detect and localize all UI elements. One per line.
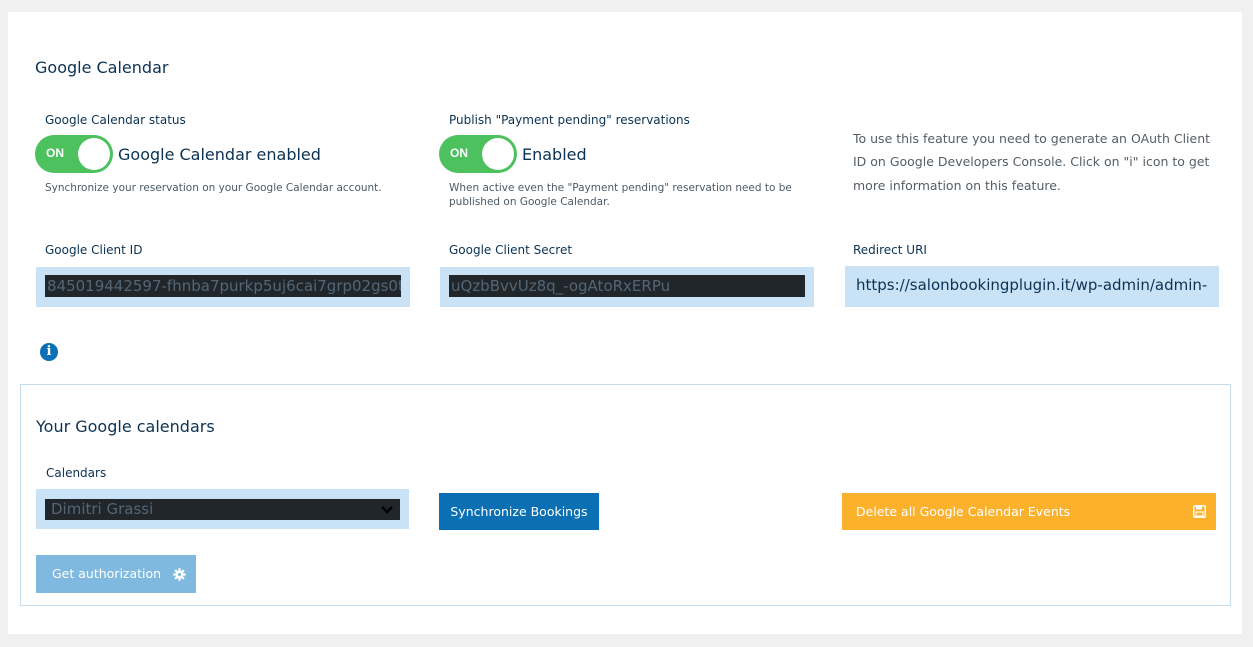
toggle-knob <box>482 138 514 170</box>
toggle-on-label: ON <box>46 146 64 160</box>
publish-pending-help-line1: When active even the "Payment pending" r… <box>449 182 792 194</box>
gear-icon <box>173 555 186 593</box>
client-secret-label: Google Client Secret <box>449 243 573 257</box>
oauth-info-line3: more information on this feature. <box>853 178 1061 193</box>
calendars-selected-value: Dimitri Grassi <box>51 500 154 518</box>
oauth-info-line2: ID on Google Developers Console. Click o… <box>853 154 1210 169</box>
get-authorization-label: Get authorization <box>52 566 162 581</box>
calendars-select[interactable]: Dimitri Grassi <box>36 489 409 529</box>
calendars-select-box: Dimitri Grassi <box>45 499 400 520</box>
publish-pending-help-line2: published on Google Calendar. <box>449 196 610 208</box>
client-id-field[interactable]: 845019442597-fhnba7purkp5uj6cai7grp02gs0… <box>36 267 410 307</box>
publish-pending-toggle[interactable]: ON <box>439 135 517 173</box>
client-id-label: Google Client ID <box>45 243 143 257</box>
section-title-google-calendar: Google Calendar <box>35 58 169 77</box>
oauth-info-line1: To use this feature you need to generate… <box>853 131 1211 146</box>
get-authorization-button[interactable]: Get authorization <box>36 555 196 593</box>
publish-pending-label: Publish "Payment pending" reservations <box>449 113 690 127</box>
redirect-uri-field[interactable]: https://salonbookingplugin.it/wp-admin/a… <box>845 266 1219 307</box>
google-calendar-status-text: Google Calendar enabled <box>118 145 321 164</box>
publish-pending-text: Enabled <box>522 145 587 164</box>
synchronize-bookings-button[interactable]: Synchronize Bookings <box>439 493 599 530</box>
calendars-label: Calendars <box>46 466 107 480</box>
info-icon[interactable]: i <box>40 343 58 361</box>
section-title-your-calendars: Your Google calendars <box>36 417 215 436</box>
client-id-value: 845019442597-fhnba7purkp5uj6cai7grp02gs0… <box>45 275 401 297</box>
save-icon <box>1193 493 1206 530</box>
google-calendar-status-toggle[interactable]: ON <box>35 135 113 173</box>
toggle-knob <box>78 138 110 170</box>
google-calendar-status-label: Google Calendar status <box>45 113 186 127</box>
chevron-down-icon <box>380 499 394 527</box>
client-secret-field[interactable]: uQzbBvvUz8q_-ogAtoRxERPu <box>440 267 814 307</box>
redirect-uri-label: Redirect URI <box>853 243 927 257</box>
google-calendar-status-help: Synchronize your reservation on your Goo… <box>45 182 382 194</box>
client-secret-value: uQzbBvvUz8q_-ogAtoRxERPu <box>449 275 805 297</box>
delete-all-events-label: Delete all Google Calendar Events <box>856 504 1071 519</box>
toggle-on-label: ON <box>450 146 468 160</box>
delete-all-events-button[interactable]: Delete all Google Calendar Events <box>842 493 1216 530</box>
